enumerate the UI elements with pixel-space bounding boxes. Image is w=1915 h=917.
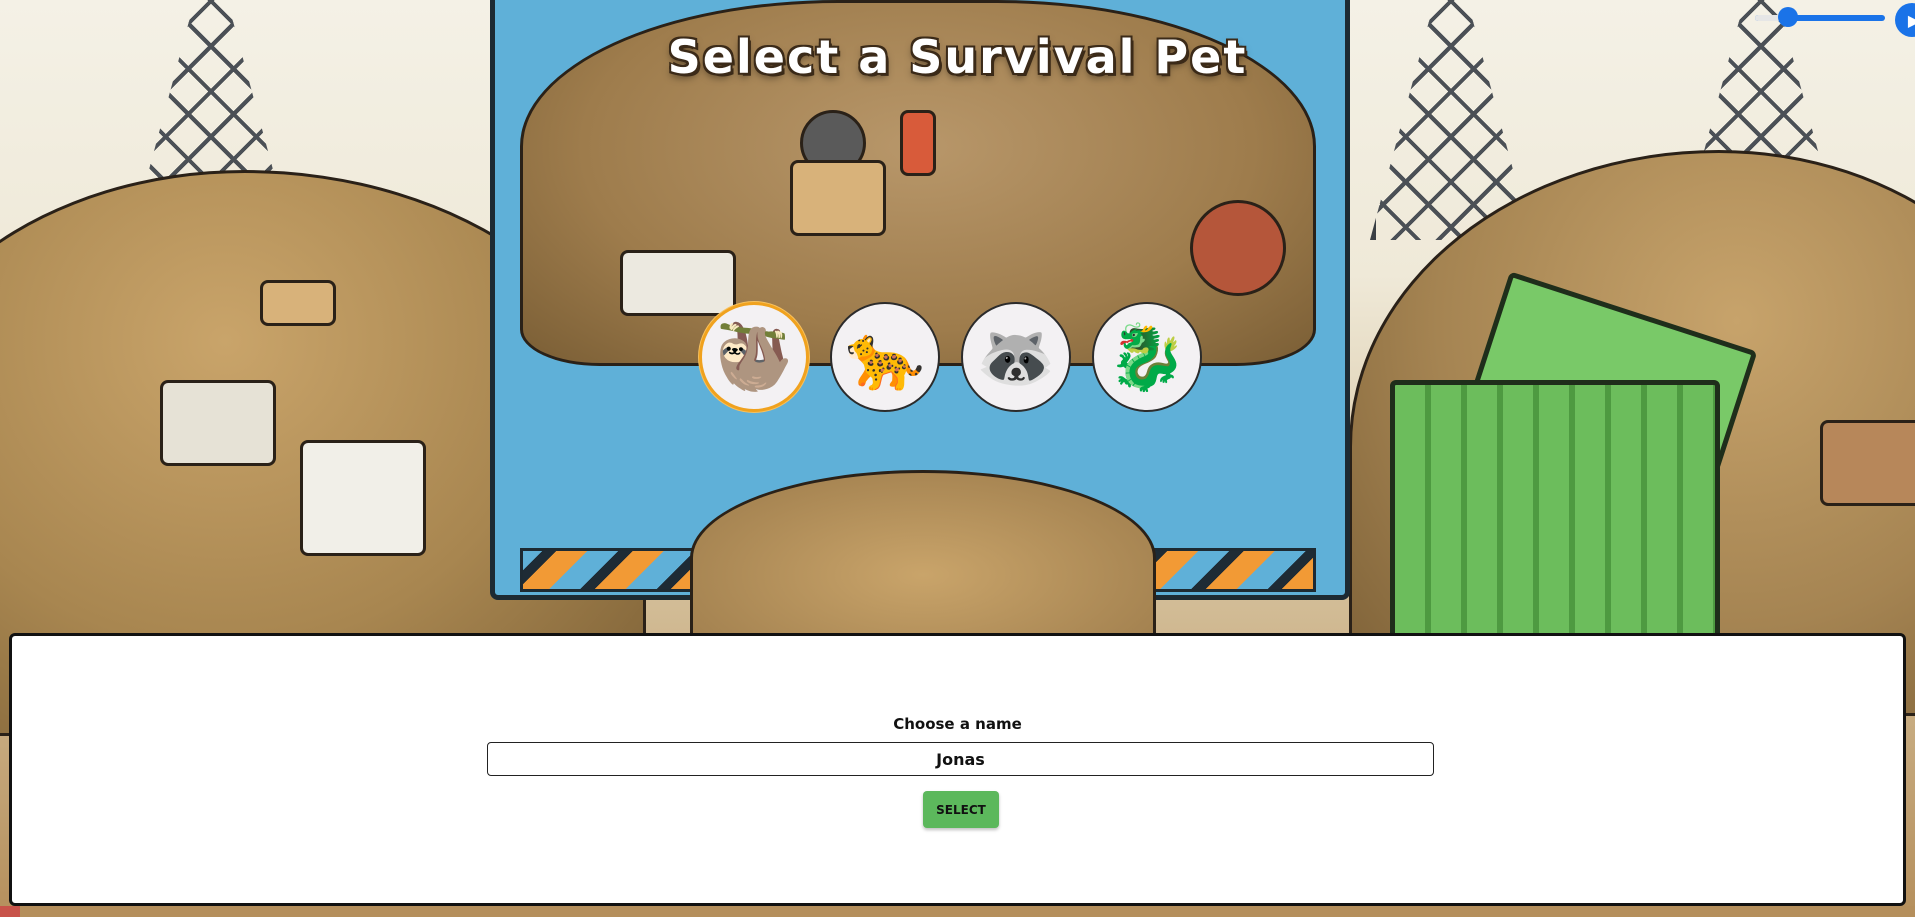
dragon-icon: 🐉 (1107, 320, 1187, 395)
name-panel: Choose a name SELECT (9, 633, 1906, 906)
volume-slider-thumb[interactable] (1778, 7, 1798, 27)
trash-pile (690, 470, 1156, 646)
pet-option-raccoon[interactable]: 🦝 (961, 302, 1071, 412)
background-bottom (0, 906, 1915, 917)
name-label: Choose a name (893, 715, 1022, 733)
select-button[interactable]: SELECT (923, 791, 999, 828)
debris (160, 380, 276, 466)
pet-option-sloth[interactable]: 🦥 (699, 302, 809, 412)
debris (900, 110, 936, 176)
debris (790, 160, 886, 236)
debris (1190, 200, 1286, 296)
play-icon: ▶ (1907, 10, 1915, 30)
pet-option-cheetah[interactable]: 🐆 (830, 302, 940, 412)
debris (260, 280, 336, 326)
play-button[interactable]: ▶ (1895, 3, 1915, 37)
pet-name-input[interactable] (487, 742, 1434, 776)
audio-controls: ▶ (1755, 3, 1915, 37)
sloth-icon: 🦥 (714, 320, 794, 395)
debris (1820, 420, 1915, 506)
page-title: Select a Survival Pet (667, 30, 1248, 84)
pet-option-dragon[interactable]: 🐉 (1092, 302, 1202, 412)
pet-selector: 🦥 🐆 🦝 🐉 (699, 302, 1202, 412)
raccoon-icon: 🦝 (976, 320, 1056, 395)
cheetah-icon: 🐆 (845, 320, 925, 395)
debris (300, 440, 426, 556)
green-dumpster (1390, 380, 1720, 660)
